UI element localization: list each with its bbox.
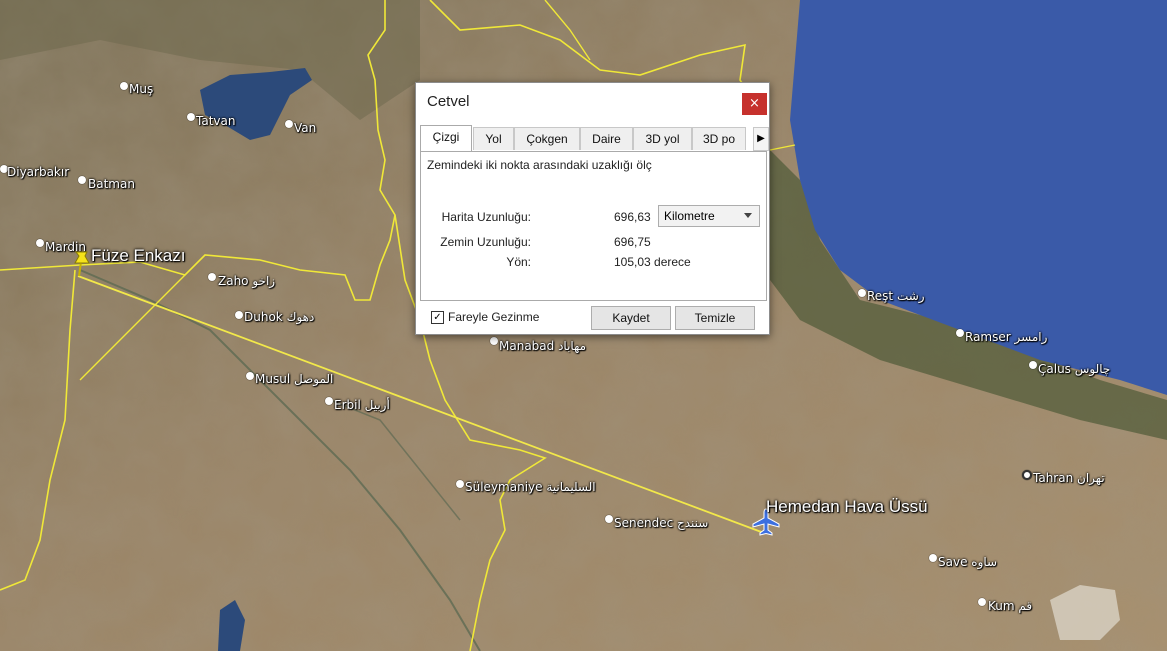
tab-3d-path[interactable]: 3D yol [633,127,692,150]
place-dot [246,372,254,380]
chevron-down-icon [744,213,752,218]
tab-path[interactable]: Yol [473,127,514,150]
unit-select-value: Kilometre [664,209,715,223]
map-length-value: 696,63 [614,210,651,224]
dialog-footer: ✓ Fareyle Gezinme Kaydet Temizle [416,301,769,334]
place-dot [36,239,44,247]
tab-circle[interactable]: Daire [580,127,633,150]
ground-length-value: 696,75 [614,235,651,249]
measure-description: Zemindeki iki nokta arasındaki uzaklığı … [427,158,652,172]
place-dot [120,82,128,90]
ruler-dialog: Cetvel × Çizgi Yol Çokgen Daire 3D yol 3… [415,82,770,335]
place-dot [235,311,243,319]
place-label[interactable]: Kum قم [988,599,1032,613]
place-label[interactable]: Tahran تهران [1033,471,1105,485]
clear-button[interactable]: Temizle [675,306,755,330]
ground-length-label: Zemin Uzunluğu: [440,235,531,249]
heading-value: 105,03 derece [614,255,691,269]
place-label[interactable]: Erbil أربيل [334,398,390,412]
unit-select[interactable]: Kilometre [658,205,760,227]
place-label[interactable]: Diyarbakır [7,165,69,179]
place-label[interactable]: Zaho زاخو [218,274,275,288]
place-label[interactable]: Van [294,121,316,135]
dialog-title: Cetvel [427,93,470,110]
place-label[interactable]: Duhok دهوك [244,310,314,324]
close-button[interactable]: × [742,93,767,115]
place-dot [858,289,866,297]
place-label[interactable]: Ramser رامسر [965,330,1047,344]
place-dot [325,397,333,405]
place-dot [605,515,613,523]
place-dot [456,480,464,488]
place-dot [78,176,86,184]
place-dot [978,598,986,606]
map-length-label: Harita Uzunluğu: [441,210,531,224]
mouse-navigation-checkbox[interactable]: ✓ [431,311,444,324]
place-dot [1029,361,1037,369]
place-dot [956,329,964,337]
place-label[interactable]: Tatvan [196,114,235,128]
place-label[interactable]: Süleymaniye السليمانية [465,480,596,494]
tab-polygon[interactable]: Çokgen [514,127,580,150]
place-dot [208,273,216,281]
place-dot [490,337,498,345]
mouse-navigation-label[interactable]: Fareyle Gezinme [448,310,539,324]
heading-label: Yön: [506,255,531,269]
place-label[interactable]: Musul الموصل [255,372,333,386]
place-dot [187,113,195,121]
place-label[interactable]: Manabad مهاباد [499,339,586,353]
place-label[interactable]: Reşt رشت [867,289,925,303]
capital-dot [1022,470,1032,480]
placemark-label[interactable]: Füze Enkazı [91,246,186,266]
tab-scroll-right-button[interactable]: ▶ [753,127,769,151]
tab-bar: Çizgi Yol Çokgen Daire 3D yol 3D po ▶ [420,125,769,151]
measure-panel: Zemindeki iki nokta arasındaki uzaklığı … [420,151,767,301]
tab-3d-polygon[interactable]: 3D po [692,127,746,150]
tab-line[interactable]: Çizgi [420,125,472,151]
place-dot [285,120,293,128]
dialog-titlebar[interactable]: Cetvel × [416,83,769,121]
place-label[interactable]: Çalus چالوس [1038,362,1110,376]
place-label[interactable]: Save ساوه [938,555,997,569]
place-label[interactable]: Muş [129,82,153,96]
place-label[interactable]: Batman [88,177,135,191]
place-dot [929,554,937,562]
place-label[interactable]: Senendec سنندج [614,516,708,530]
save-button[interactable]: Kaydet [591,306,671,330]
placemark-label[interactable]: Hemedan Hava Üssü [766,497,928,517]
